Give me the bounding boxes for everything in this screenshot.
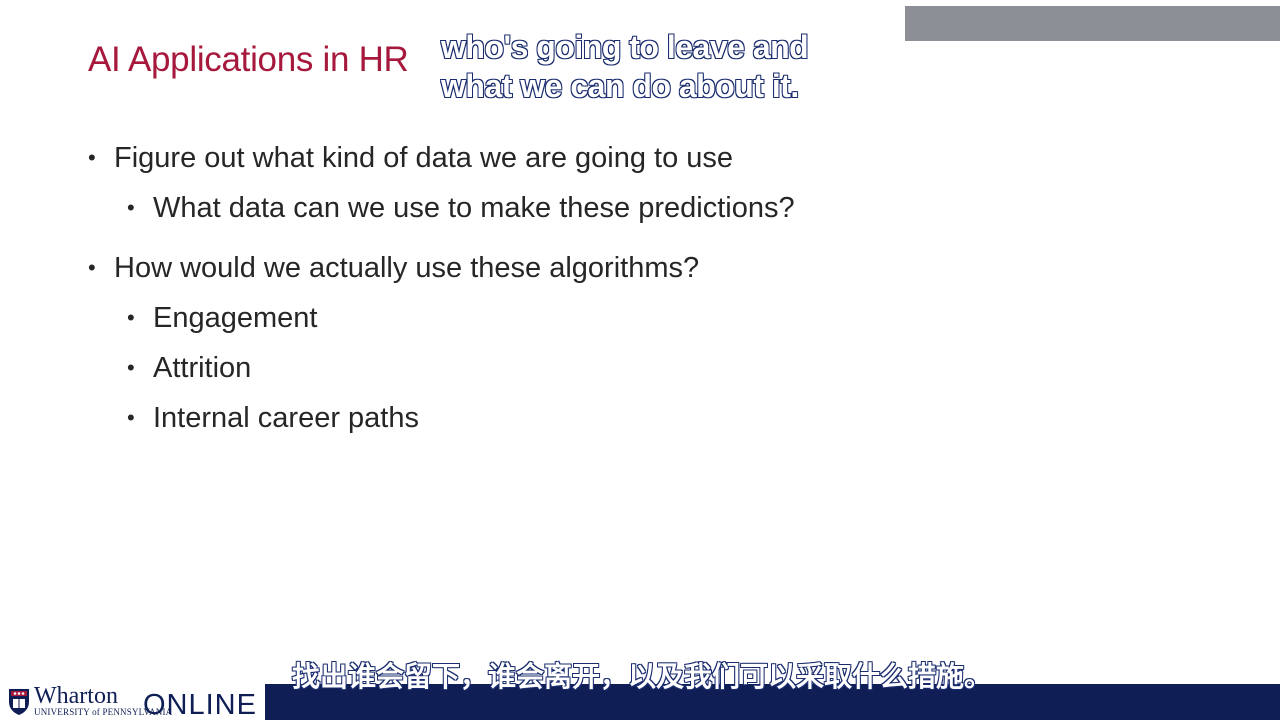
bullet-text: Internal career paths <box>153 402 419 434</box>
bullet-text: What data can we use to make these predi… <box>153 192 795 224</box>
english-caption: who's going to leave and what we can do … <box>440 28 841 106</box>
bullet-item: • Engagement <box>127 300 318 336</box>
bullet-item: • Attrition <box>127 350 252 386</box>
bullet-dot-icon: • <box>127 305 135 330</box>
bullet-text: How would we actually use these algorith… <box>114 252 700 284</box>
bullet-dot-icon: • <box>127 405 135 430</box>
bullet-item: • Internal career paths <box>127 400 419 436</box>
bullet-text: Engagement <box>153 302 318 334</box>
bullet-dot-icon: • <box>88 255 96 280</box>
bullet-item: • How would we actually use these algori… <box>88 250 700 286</box>
logo-wharton-text: Wharton <box>34 683 118 709</box>
slide: AI Applications in HR who's going to lea… <box>0 0 1280 721</box>
bullet-text: Figure out what kind of data we are goin… <box>114 142 734 174</box>
bullet-dot-icon: • <box>127 355 135 380</box>
chinese-caption: 找出谁会留下，谁会离开，以及我们可以采取什么措施。 <box>291 659 993 693</box>
bullet-item: • What data can we use to make these pre… <box>127 190 795 226</box>
bullet-text: Attrition <box>153 352 252 384</box>
bullet-dot-icon: • <box>127 195 135 220</box>
penn-shield-icon <box>9 689 29 715</box>
bullet-item: • Figure out what kind of data we are go… <box>88 140 734 176</box>
slide-title: AI Applications in HR <box>88 40 409 79</box>
english-caption-line-2: what we can do about it. <box>440 67 800 105</box>
logo-online-text: ONLINE <box>143 689 257 721</box>
top-accent-bar <box>905 6 1280 41</box>
english-caption-line-1: who's going to leave and <box>440 28 809 66</box>
bullet-dot-icon: • <box>88 145 96 170</box>
